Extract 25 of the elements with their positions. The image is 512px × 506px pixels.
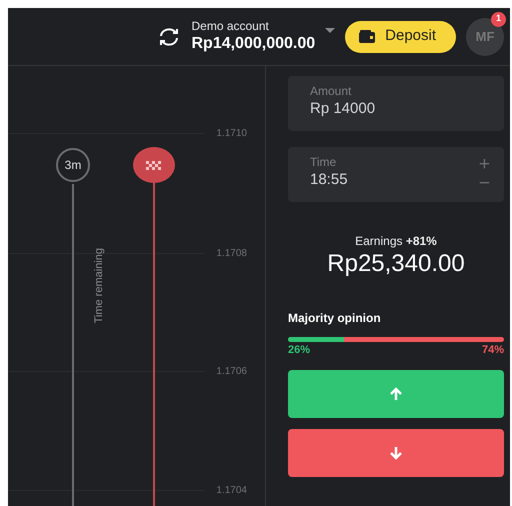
- field-label: Amount: [310, 84, 352, 98]
- down-percentage: 74%: [482, 342, 504, 358]
- finish-flag-icon: [133, 146, 175, 184]
- majority-opinion-title: Majority opinion: [288, 310, 382, 327]
- up-arrow-icon: [389, 387, 403, 402]
- account-balance: Rp14,000,000.00: [191, 34, 316, 53]
- deposit-button[interactable]: Deposit: [345, 20, 456, 52]
- price-label: 1.1710: [216, 127, 247, 141]
- field-value: Rp 14000: [310, 99, 376, 120]
- caret-icon[interactable]: [325, 28, 336, 34]
- price-label: 1.1706: [216, 365, 247, 379]
- field-value: 18:55: [310, 170, 348, 190]
- timer-badge: 3m: [56, 148, 90, 182]
- amount-field[interactable]: Amount Rp 14000: [288, 76, 504, 131]
- earnings-label: Earnings +81%: [354, 233, 438, 250]
- account-label: Demo account: [191, 20, 270, 34]
- price-label: 1.1704: [216, 484, 247, 498]
- wallet-icon: [359, 30, 376, 43]
- down-arrow-icon: [389, 446, 403, 460]
- time-remaining-caption: Time remaining: [92, 248, 106, 324]
- notification-badge: 1: [491, 12, 506, 26]
- earnings-amount: Rp25,340.00: [326, 250, 466, 279]
- up-percentage: 26%: [288, 342, 310, 358]
- price-label: 1.1708: [216, 247, 247, 261]
- field-label: Time: [310, 155, 338, 170]
